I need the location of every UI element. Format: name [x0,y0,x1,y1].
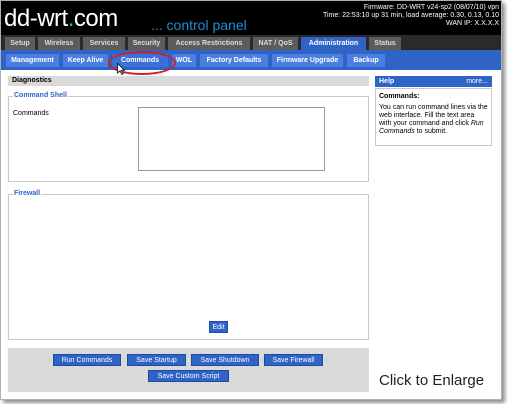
tab-status[interactable]: Status [369,37,401,50]
command-shell-legend: Command Shell [13,92,68,99]
save-shutdown-button[interactable]: Save Shutdown [191,354,259,366]
run-commands-button[interactable]: Run Commands [53,354,121,366]
subtab-firmware-upgrade[interactable]: Firmware Upgrade [272,54,343,67]
subtab-backup[interactable]: Backup [347,54,385,67]
firmware-version: Firmware: DD-WRT v24-sp2 (08/07/10) vpn [363,4,499,11]
uptime: Time: 22:53:10 up 31 min, load average: … [322,12,499,19]
subtab-factory-defaults[interactable]: Factory Defaults [200,54,268,67]
help-text-part2: to submit. [414,128,448,135]
help-header: Help more... [375,76,492,87]
tab-services[interactable]: Services [83,37,125,50]
tab-access-restrictions[interactable]: Access Restrictions [168,37,250,50]
browser-screenshot: dd-wrt.com ... control panel Firmware: D… [0,0,502,400]
main-tabs: Setup Wireless Services Security Access … [1,35,501,50]
save-custom-script-button[interactable]: Save Custom Script [148,370,229,382]
mouse-cursor-icon [117,63,125,75]
subtab-management[interactable]: Management [6,54,59,67]
tab-wireless[interactable]: Wireless [38,37,80,50]
header-bar: dd-wrt.com ... control panel Firmware: D… [1,1,501,35]
commands-label: Commands [13,110,49,117]
firewall-legend: Firewall [13,190,42,197]
help-text: You can run command lines via the web in… [379,104,488,136]
tab-nat-qos[interactable]: NAT / QoS [253,37,298,50]
logo-com: com [73,5,118,32]
firewall-group: Firewall Edit [8,190,369,340]
save-startup-button[interactable]: Save Startup [127,354,186,366]
subtab-keep-alive[interactable]: Keep Alive [63,54,108,67]
wan-ip: WAN IP: X.X.X.X [445,20,499,27]
help-heading: Commands: [379,93,420,100]
logo: dd-wrt.com [4,4,118,34]
help-body: Commands: You can run command lines via … [375,88,492,146]
tab-security[interactable]: Security [128,37,165,50]
sub-tabs: Management Keep Alive Commands WOL Facto… [1,50,501,70]
tab-setup[interactable]: Setup [5,37,35,50]
help-more-link[interactable]: more... [466,76,488,87]
edit-button[interactable]: Edit [209,321,228,333]
click-to-enlarge-caption[interactable]: Click to Enlarge [379,372,484,389]
commands-textarea[interactable] [138,107,325,171]
router-info: Firmware: DD-WRT v24-sp2 (08/07/10) vpn … [323,4,499,28]
tab-administration[interactable]: Administration [301,37,366,50]
logo-main: dd-wrt [4,5,68,32]
save-firewall-button[interactable]: Save Firewall [264,354,323,366]
logo-subtitle: ... control panel [151,17,247,33]
diagnostics-title: Diagnostics [8,76,369,86]
command-shell-group: Command Shell Commands [8,92,369,182]
help-title: Help [379,78,395,85]
